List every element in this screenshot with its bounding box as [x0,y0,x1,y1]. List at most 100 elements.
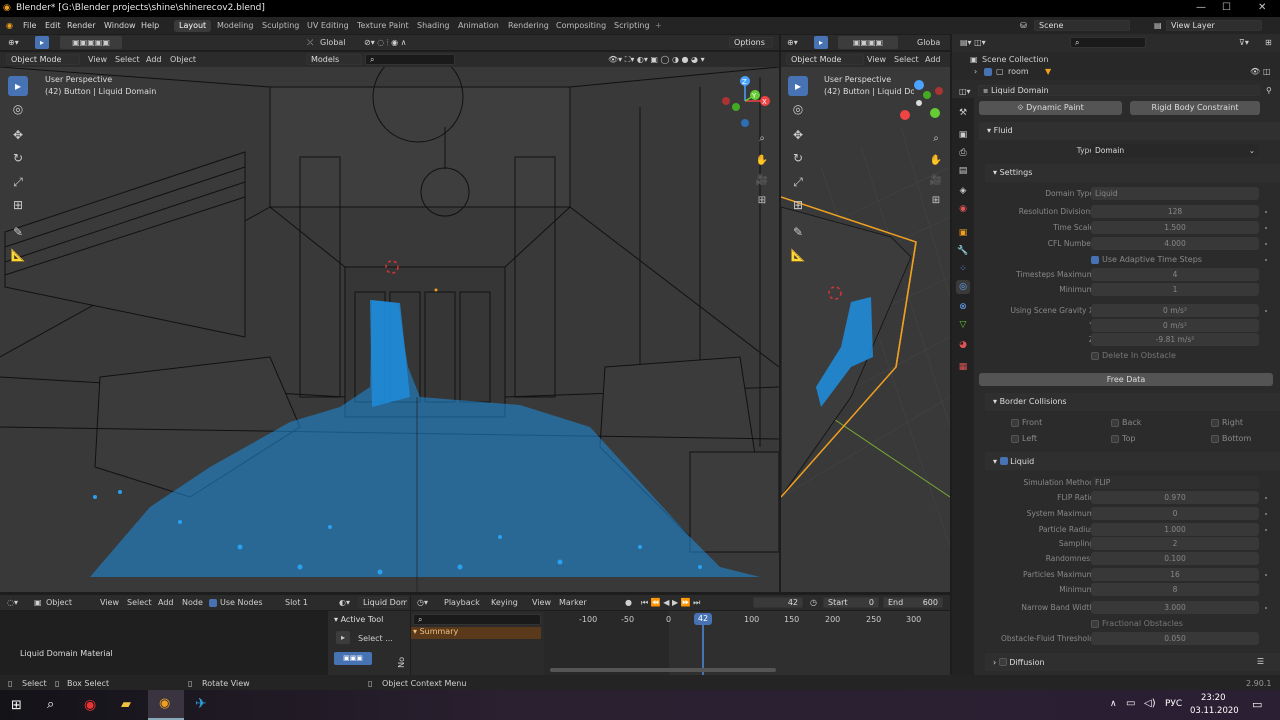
end-frame-field[interactable]: End 600 [883,597,943,608]
gravity-z-value[interactable]: -9.81 m/s² [1091,333,1259,346]
active-tool-select-label[interactable]: Select ... [358,634,393,643]
outliner-search-input[interactable]: ⌕ [1070,37,1146,48]
playback-controls-icon[interactable]: ⏮ ⏪ ◀ ▶ ⏩ ⏭ [641,598,700,608]
border-left-checkbox[interactable] [1011,435,1019,443]
workspace-tab-uv-editing[interactable]: UV Editing [302,20,354,32]
cursor-tool-icon[interactable]: ◎ [8,99,28,119]
volume-icon[interactable]: ◁) [1144,698,1156,709]
particle-radius-value[interactable]: 1.000 [1091,523,1259,536]
viewport2-menu-view[interactable]: View [867,55,886,64]
transform-tool-icon[interactable]: ⊞ [8,195,28,215]
timeline-menu-marker[interactable]: Marker [559,598,587,607]
scale-tool-icon-2[interactable]: ⤢ [788,172,808,192]
measure-tool-icon-2[interactable]: 📐 [788,245,808,265]
selection-mode-buttons[interactable]: ▣▣▣▣▣ [60,36,122,49]
selection-mode-buttons-2[interactable]: ▣▣▣▣ [838,36,898,49]
liquid-enable-checkbox[interactable] [999,457,1008,465]
view-layer-selector[interactable]: View Layer [1166,20,1262,31]
windows-start-icon[interactable]: ⊞ [11,698,22,713]
workspace-tab-texture-paint[interactable]: Texture Paint [352,20,414,32]
border-collisions-header[interactable]: ▾ Border Collisions [985,393,1280,411]
transform-orientation-dropdown[interactable]: Global [320,38,346,47]
notification-icon[interactable]: ▭ [1252,698,1262,711]
fractional-obstacles-checkbox[interactable] [1091,620,1099,628]
pin-icon[interactable]: ⚲ [1266,86,1272,95]
timeline-editor-icon[interactable]: ◷▾ [417,598,428,607]
timeline-frames[interactable]: -100 -50 0 42 100 150 200 250 300 [544,611,950,675]
keyframe-dot[interactable] [1265,227,1267,229]
fluid-section-header[interactable]: ▾ Fluid [979,122,1280,140]
flip-ratio-value[interactable]: 0.970 [1091,491,1259,504]
start-frame-field[interactable]: Start 0 [823,597,879,608]
free-data-button[interactable]: Free Data [979,373,1273,386]
keyframe-dot[interactable] [1265,243,1267,245]
network-icon[interactable]: ▭ [1126,698,1135,709]
menu-help[interactable]: Help [141,21,159,30]
resolution-divisions-value[interactable]: 128 [1091,205,1259,218]
viewport-menu-add[interactable]: Add [146,55,162,64]
timeline-area[interactable]: ⌕ ▾ Summary -100 -50 0 42 100 150 200 25… [411,611,950,675]
workspace-tab-modeling[interactable]: Modeling [212,20,258,32]
clock-time[interactable]: 23:20 [1201,693,1226,703]
workspace-tab-sculpting[interactable]: Sculpting [257,20,304,32]
settings-subsection-header[interactable]: ▾ Settings [985,164,1280,182]
visibility-eye-icon[interactable]: 👁 [1250,67,1260,76]
blender-menu-icon[interactable]: ◉ [6,21,13,30]
workspace-tab-scripting[interactable]: Scripting [609,20,655,32]
collection-dropdown[interactable]: Models [306,54,362,65]
simulation-method-value[interactable]: FLIP [1091,476,1259,489]
use-nodes-checkbox[interactable] [209,599,217,607]
diffusion-checkbox[interactable] [998,658,1007,666]
blender-taskbar-button[interactable]: ◉ [148,690,184,720]
editor-type-icon[interactable]: ⊕▾ [8,38,19,47]
camera-icon[interactable]: 🎥 [752,171,772,191]
room-checkbox[interactable] [984,68,992,76]
keyframe-dot[interactable] [1265,574,1267,576]
menu-window[interactable]: Window [104,21,136,30]
rigid-body-constraint-button[interactable]: Rigid Body Constraint [1130,101,1260,115]
workspace-tab-animation[interactable]: Animation [453,20,504,32]
material-dropdown[interactable]: Liquid Doma [358,597,408,608]
keyframe-dot[interactable] [1265,310,1267,312]
select-mode-icon-2[interactable]: ▸ [814,36,828,49]
keyframe-dot[interactable] [1265,259,1267,261]
viewport-menu-select[interactable]: Select [115,55,140,64]
render-camera-icon[interactable]: ◫ [1263,67,1271,76]
3d-viewport-main[interactable]: User Perspective (42) Button | Liquid Do… [0,67,779,592]
domain-type-value[interactable]: Liquid [1091,187,1259,200]
node-menu-add[interactable]: Add [158,598,174,607]
keyframe-dot[interactable] [1265,607,1267,609]
node-editor-type-icon[interactable]: ◌▾ [7,598,18,607]
annotate-tool-icon-2[interactable]: ✎ [788,222,808,242]
select-box-tool-icon-2[interactable]: ▸ [788,76,808,96]
delete-in-obstacle-checkbox[interactable] [1091,352,1099,360]
render-tab-icon[interactable]: ▣ [956,128,970,142]
diffusion-section-header[interactable]: › Diffusion ☰ [985,653,1280,671]
options-dropdown[interactable]: Options [729,37,773,48]
close-button[interactable]: ✕ [1258,2,1266,13]
keyframe-dot[interactable] [1265,211,1267,213]
maximize-button[interactable]: ☐ [1222,2,1231,13]
select-box-tool-icon[interactable]: ▸ [8,76,28,96]
adaptive-timesteps-checkbox[interactable] [1091,256,1099,264]
obstacle-threshold-value[interactable]: 0.050 [1091,632,1259,645]
current-frame-field[interactable]: 42 [753,597,803,608]
timeline-search-input[interactable]: ⌕ [413,614,541,625]
narrow-band-value[interactable]: 3.000 [1091,601,1259,614]
navigation-gizmo-2[interactable] [895,77,947,127]
cfl-number-value[interactable]: 4.000 [1091,237,1259,250]
node-menu-view[interactable]: View [100,598,119,607]
expand-icon[interactable]: › [974,67,977,76]
menu-edit[interactable]: Edit [45,21,61,30]
border-back-checkbox[interactable] [1111,419,1119,427]
object-mode-dropdown-2[interactable]: Object Mode [786,54,864,65]
language-indicator[interactable]: РУС [1165,699,1182,709]
scale-tool-icon[interactable]: ⤢ [8,172,28,192]
node-menu-node[interactable]: Node [182,598,203,607]
clock-date[interactable]: 03.11.2020 [1190,706,1239,716]
node-editor-canvas[interactable]: Liquid Domain Material [0,611,328,675]
gravity-x-value[interactable]: 0 m/s² [1091,304,1259,317]
node-tab[interactable]: No [397,657,406,668]
workspace-tab-rendering[interactable]: Rendering [503,20,554,32]
object-mode-dropdown[interactable]: Object Mode [6,54,80,65]
